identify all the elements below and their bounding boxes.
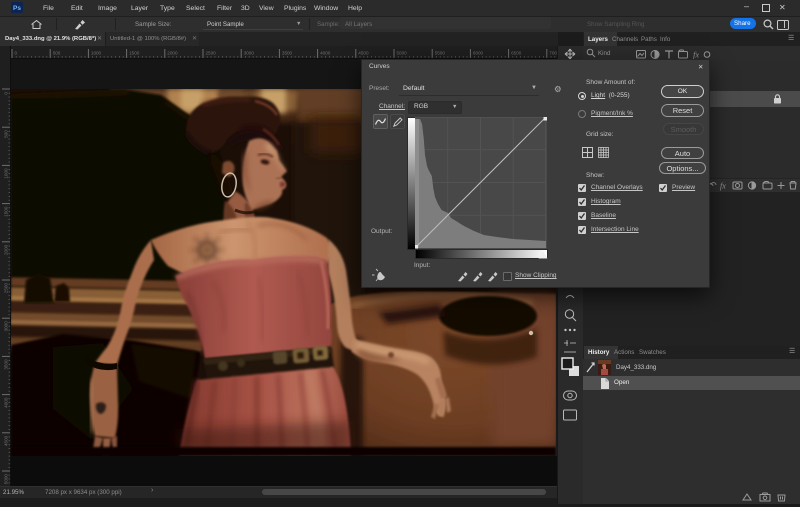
svg-text:3500: 3500 [282, 51, 293, 56]
svg-text:1000: 1000 [4, 168, 9, 179]
svg-text:3500: 3500 [4, 359, 9, 370]
svg-text:3000: 3000 [4, 321, 9, 332]
svg-text:5000: 5000 [4, 474, 9, 485]
svg-text:2000: 2000 [167, 51, 178, 56]
svg-text:2500: 2500 [206, 51, 217, 56]
svg-text:fx: fx [720, 182, 726, 191]
svg-text:1500: 1500 [4, 206, 9, 217]
svg-text:500: 500 [4, 130, 9, 138]
svg-text:1000: 1000 [91, 51, 102, 56]
svg-text:500: 500 [53, 51, 61, 56]
svg-text:5000: 5000 [397, 51, 408, 56]
svg-text:fx: fx [693, 50, 699, 60]
svg-text:2000: 2000 [4, 244, 9, 255]
svg-text:2500: 2500 [4, 283, 9, 294]
svg-text:5500: 5500 [435, 51, 446, 56]
svg-text:6000: 6000 [473, 51, 484, 56]
svg-text:4500: 4500 [358, 51, 369, 56]
svg-text:3000: 3000 [244, 51, 255, 56]
svg-text:4500: 4500 [4, 435, 9, 446]
svg-text:4000: 4000 [320, 51, 331, 56]
svg-text:1500: 1500 [129, 51, 140, 56]
svg-text:6500: 6500 [511, 51, 522, 56]
svg-text:4000: 4000 [4, 397, 9, 408]
svg-text:0: 0 [4, 92, 9, 95]
svg-text:0: 0 [15, 51, 18, 56]
